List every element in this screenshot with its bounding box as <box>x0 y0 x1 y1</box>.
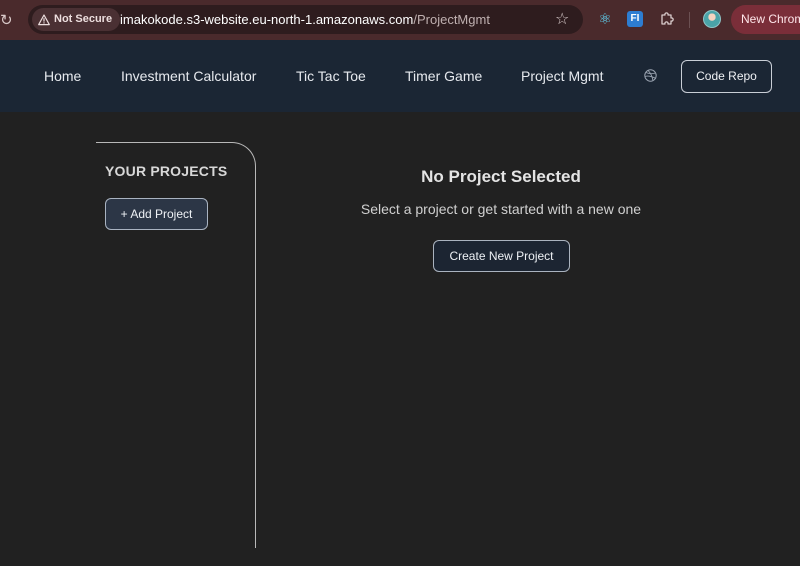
fi-extension-icon[interactable]: FI <box>627 11 643 27</box>
nav-link-timer-game[interactable]: Timer Game <box>405 40 482 112</box>
browser-toolbar: ↻ Not Secure imakokode.s3-website.eu-nor… <box>0 0 800 40</box>
code-repo-button[interactable]: Code Repo <box>681 60 772 93</box>
react-icon[interactable]: ⚛ <box>597 11 613 27</box>
puzzle-icon[interactable] <box>659 11 675 27</box>
url-path: /ProjectMgmt <box>413 12 490 27</box>
nav-link-tic-tac-toe[interactable]: Tic Tac Toe <box>296 40 366 112</box>
dribbble-icon[interactable] <box>644 69 657 82</box>
projects-sidebar: YOUR PROJECTS + Add Project <box>96 142 256 548</box>
reload-icon[interactable]: ↻ <box>0 11 13 29</box>
create-new-project-button[interactable]: Create New Project <box>433 240 570 272</box>
security-label: Not Secure <box>54 13 113 25</box>
star-icon[interactable]: ☆ <box>555 11 571 27</box>
url-text[interactable]: imakokode.s3-website.eu-north-1.amazonaw… <box>120 5 490 34</box>
toolbar-divider <box>689 12 690 28</box>
url-host: imakokode.s3-website.eu-north-1.amazonaw… <box>120 12 414 27</box>
nav-link-home[interactable]: Home <box>44 40 81 112</box>
empty-state-subtitle: Select a project or get started with a n… <box>360 201 642 217</box>
empty-state-title: No Project Selected <box>421 167 581 186</box>
new-chrome-button[interactable]: New Chrom <box>731 5 800 34</box>
app-nav: Home Investment Calculator Tic Tac Toe T… <box>0 40 800 112</box>
warning-icon <box>38 13 50 25</box>
avatar[interactable] <box>703 10 721 28</box>
nav-link-investment-calculator[interactable]: Investment Calculator <box>121 40 256 112</box>
add-project-button[interactable]: + Add Project <box>105 198 208 230</box>
nav-link-project-mgmt[interactable]: Project Mgmt <box>521 40 603 112</box>
sidebar-title: YOUR PROJECTS <box>105 163 228 179</box>
address-bar[interactable]: Not Secure imakokode.s3-website.eu-north… <box>28 5 583 34</box>
security-chip[interactable]: Not Secure <box>32 8 121 31</box>
